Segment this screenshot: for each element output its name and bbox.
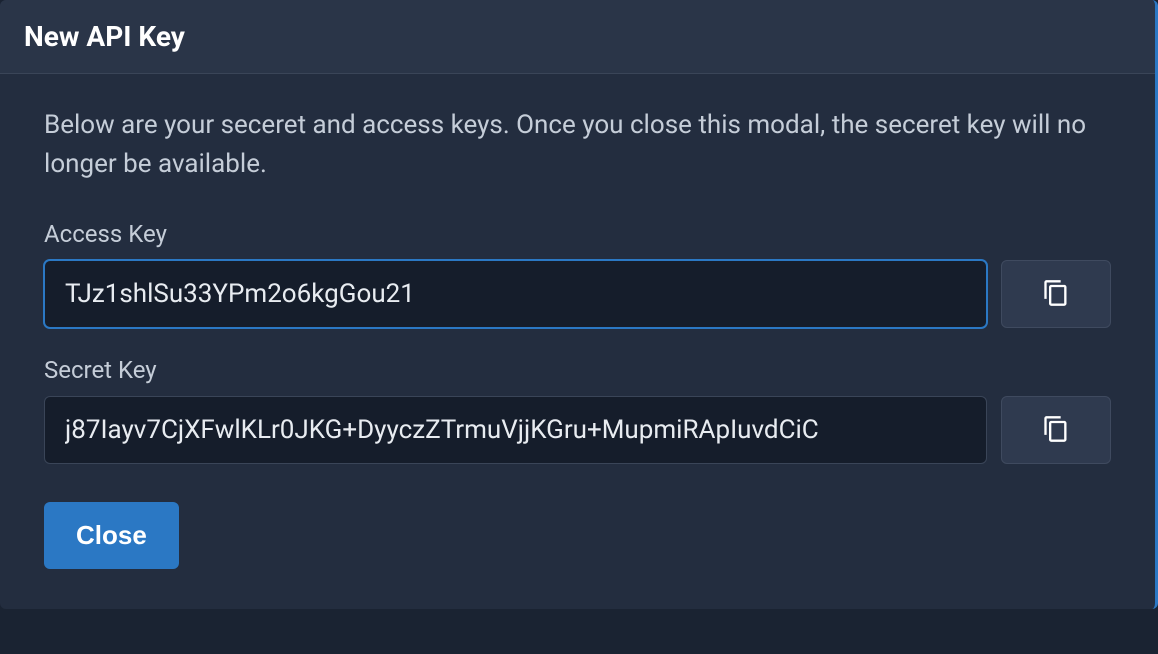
modal-header: New API Key [0,0,1155,74]
secret-key-field-group: Secret Key [44,356,1111,464]
secret-key-input[interactable] [44,396,987,464]
secret-key-label: Secret Key [44,356,1111,384]
access-key-row [44,260,1111,328]
copy-icon [1042,279,1070,310]
copy-access-key-button[interactable] [1001,260,1111,328]
access-key-input[interactable] [44,260,987,328]
copy-secret-key-button[interactable] [1001,396,1111,464]
modal-description: Below are your seceret and access keys. … [44,106,1111,184]
modal-title: New API Key [24,20,1131,53]
close-button[interactable]: Close [44,502,179,569]
modal-body: Below are your seceret and access keys. … [0,74,1155,609]
copy-icon [1042,415,1070,446]
api-key-modal: New API Key Below are your seceret and a… [0,0,1158,609]
access-key-label: Access Key [44,220,1111,248]
access-key-field-group: Access Key [44,220,1111,328]
secret-key-row [44,396,1111,464]
